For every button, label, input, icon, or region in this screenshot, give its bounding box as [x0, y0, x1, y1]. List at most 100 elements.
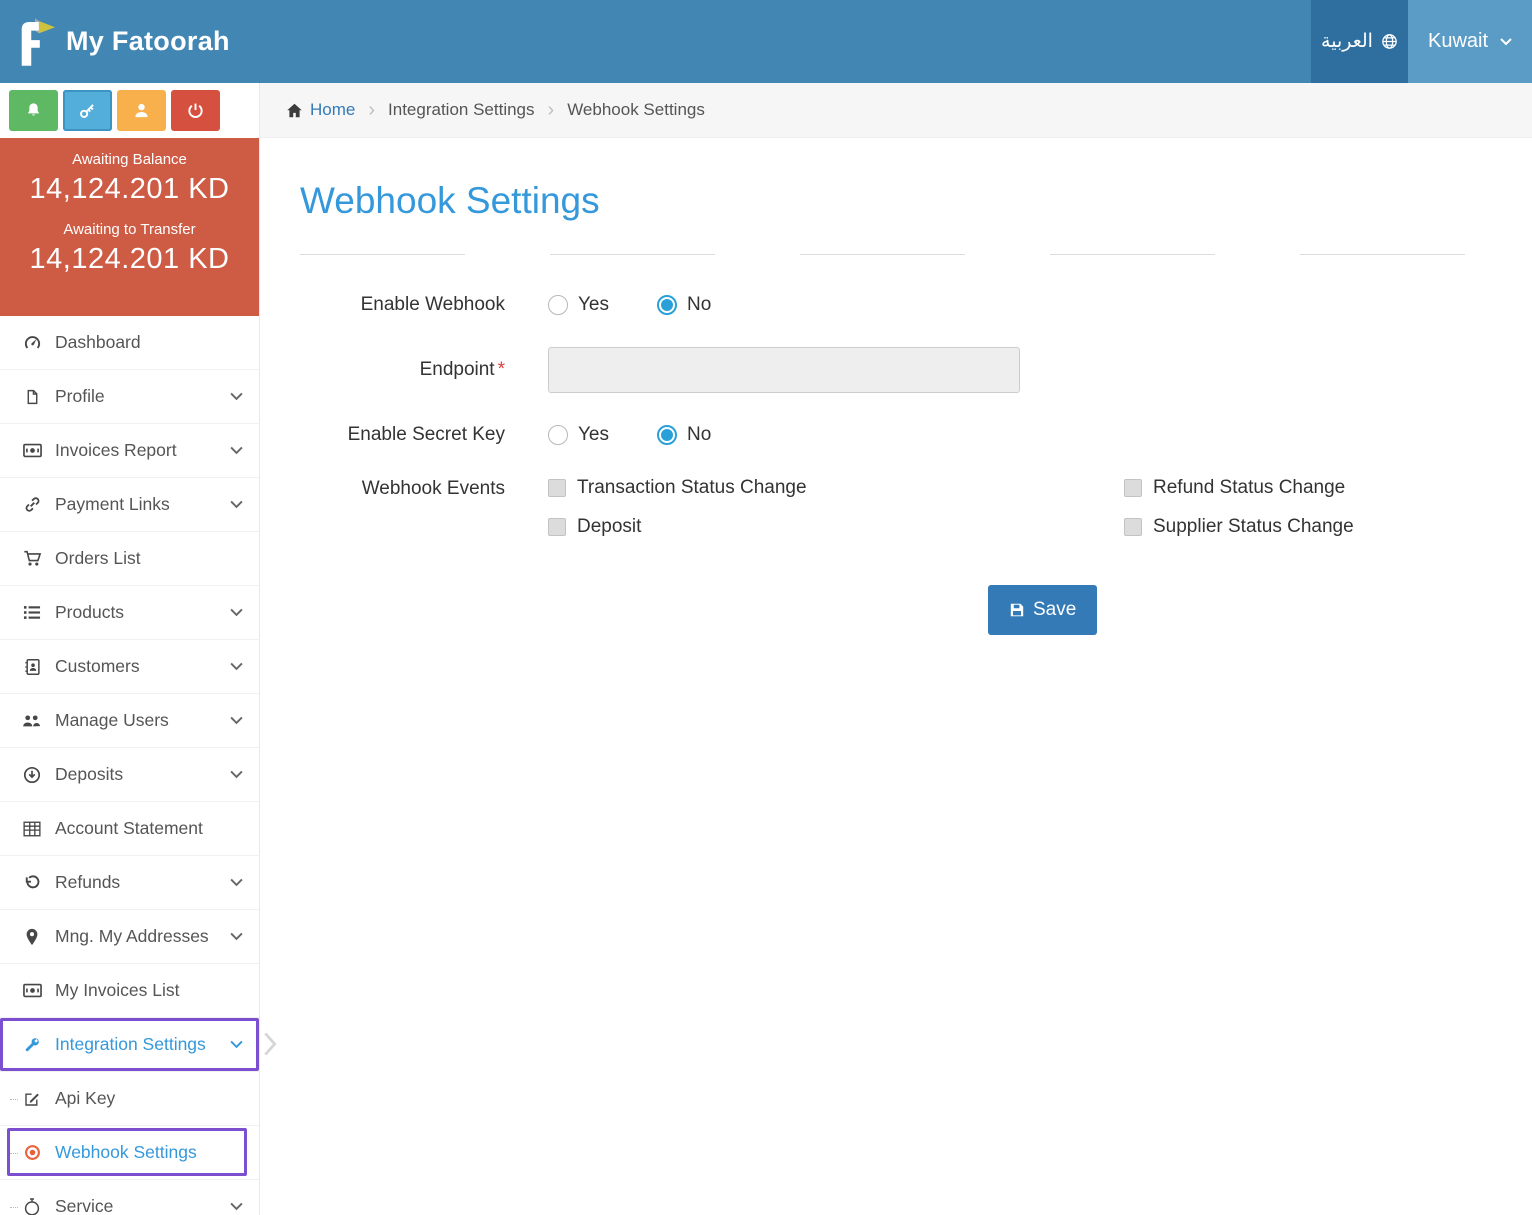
account-button[interactable]	[117, 90, 166, 131]
chevron-down-icon	[230, 770, 243, 779]
refund-status-change-checkbox[interactable]	[1124, 479, 1142, 497]
no-label: No	[687, 424, 712, 445]
event-label: Transaction Status Change	[577, 477, 807, 498]
sidebar-item-integration-settings[interactable]: Integration Settings	[0, 1018, 277, 1072]
yes-label: Yes	[578, 294, 609, 315]
sidebar-item-label: Products	[55, 602, 125, 622]
breadcrumb-webhook-settings: Webhook Settings	[567, 100, 705, 119]
app-title: My Fatoorah	[66, 26, 230, 56]
breadcrumb-home-link[interactable]: Home	[310, 100, 355, 120]
users-icon	[20, 713, 44, 728]
arrow-down-circle-icon	[20, 766, 44, 784]
notifications-button[interactable]	[9, 90, 58, 131]
sidebar-item-label: Invoices Report	[55, 440, 177, 460]
webhook-settings-form: Enable Webhook Yes No Endpoint * Enable …	[300, 293, 1532, 635]
sidebar-item-manage-users[interactable]: Manage Users	[0, 694, 259, 748]
chevron-down-icon	[230, 392, 243, 401]
event-label: Supplier Status Change	[1153, 516, 1354, 537]
awaiting-balance-label: Awaiting Balance	[72, 151, 187, 168]
save-button[interactable]: Save	[988, 585, 1098, 635]
chevron-down-icon	[230, 608, 243, 617]
enable-secret-key-row: Enable Secret Key Yes No	[300, 423, 1532, 447]
save-label: Save	[1033, 599, 1077, 620]
key-icon	[79, 102, 96, 119]
file-icon	[20, 388, 44, 406]
sidebar-item-label: Deposits	[55, 764, 124, 784]
sidebar-item-dashboard[interactable]: Dashboard	[0, 316, 259, 370]
balance-panel: Awaiting Balance 14,124.201 KD Awaiting …	[0, 138, 259, 316]
chevron-down-icon	[230, 500, 243, 509]
logout-button[interactable]	[171, 90, 220, 131]
sidebar-item-customers[interactable]: Customers	[0, 640, 259, 694]
breadcrumb: Home › Integration Settings › Webhook Se…	[260, 83, 1532, 138]
sidebar-item-label: Payment Links	[55, 494, 170, 514]
sidebar-item-orders-list[interactable]: Orders List	[0, 532, 259, 586]
deposit-checkbox[interactable]	[548, 518, 566, 536]
section-divider	[300, 254, 1532, 255]
sidebar-item-label: Account Statement	[55, 818, 203, 838]
map-marker-icon	[20, 928, 44, 946]
sidebar-item-webhook-settings[interactable]: Webhook Settings	[0, 1126, 259, 1180]
chevron-down-icon	[230, 1040, 243, 1049]
enable-secret-key-label: Enable Secret Key	[347, 424, 505, 445]
endpoint-row: Endpoint *	[300, 347, 1532, 393]
sidebar-item-deposits[interactable]: Deposits	[0, 748, 259, 802]
sidebar-item-payment-links[interactable]: Payment Links	[0, 478, 259, 532]
sidebar-item-invoices-report[interactable]: Invoices Report	[0, 424, 259, 478]
page-title: Webhook Settings	[300, 180, 600, 221]
bell-icon	[25, 102, 42, 119]
sidebar-item-api-key[interactable]: Api Key	[0, 1072, 259, 1126]
transaction-status-change-checkbox[interactable]	[548, 479, 566, 497]
enable-secret-key-no-option: No	[657, 424, 711, 446]
sidebar-item-label: Refunds	[55, 872, 121, 892]
sidebar-item-profile[interactable]: Profile	[0, 370, 259, 424]
chevron-down-icon	[230, 662, 243, 671]
breadcrumb-separator-icon: ›	[368, 98, 376, 121]
sidebar-item-label: Manage Users	[55, 710, 169, 730]
country-selector[interactable]: Kuwait	[1408, 0, 1532, 83]
sidebar: Awaiting Balance 14,124.201 KD Awaiting …	[0, 83, 277, 1215]
sidebar-item-label: Service	[55, 1196, 114, 1215]
app-header: My Fatoorah العربية Kuwait	[0, 0, 1532, 83]
sidebar-item-my-invoices-list[interactable]: My Invoices List	[0, 964, 259, 1018]
dashboard-icon	[20, 333, 44, 352]
sidebar-item-label: Api Key	[55, 1088, 116, 1108]
chevron-down-icon	[230, 446, 243, 455]
supplier-status-change-checkbox[interactable]	[1124, 518, 1142, 536]
event-transaction-status-change: Transaction Status Change	[548, 477, 1124, 499]
event-refund-status-change: Refund Status Change	[1124, 477, 1354, 499]
chevron-down-icon	[1500, 37, 1512, 46]
language-label: العربية	[1321, 31, 1373, 52]
quick-actions	[0, 83, 259, 138]
sidebar-item-refunds[interactable]: Refunds	[0, 856, 259, 910]
enable-webhook-yes-radio[interactable]	[548, 295, 568, 315]
endpoint-input[interactable]	[548, 347, 1020, 393]
sidebar-menu: Dashboard Profile Invoices Report Paymen…	[0, 316, 277, 1215]
enable-webhook-no-radio[interactable]	[657, 295, 677, 315]
sidebar-item-service[interactable]: Service	[0, 1180, 259, 1215]
breadcrumb-integration-settings: Integration Settings	[388, 100, 535, 119]
home-icon[interactable]	[286, 102, 303, 119]
sidebar-item-label: Dashboard	[55, 332, 141, 352]
event-label: Deposit	[577, 516, 642, 537]
chevron-down-icon	[230, 1202, 243, 1211]
required-marker: *	[497, 359, 505, 380]
enable-webhook-no-option: No	[657, 294, 711, 316]
sidebar-item-label: Webhook Settings	[55, 1142, 197, 1162]
stopwatch-icon	[20, 1197, 44, 1215]
sidebar-item-products[interactable]: Products	[0, 586, 259, 640]
chevron-down-icon	[230, 932, 243, 941]
sidebar-item-addresses[interactable]: Mng. My Addresses	[0, 910, 259, 964]
save-disk-icon	[1009, 602, 1025, 618]
address-book-icon	[20, 658, 44, 676]
event-label: Refund Status Change	[1153, 477, 1346, 498]
enable-secret-key-yes-radio[interactable]	[548, 425, 568, 445]
language-switcher[interactable]: العربية	[1311, 0, 1408, 83]
api-key-button[interactable]	[63, 90, 112, 131]
chevron-down-icon	[230, 878, 243, 887]
enable-webhook-label: Enable Webhook	[360, 294, 505, 315]
sidebar-item-account-statement[interactable]: Account Statement	[0, 802, 259, 856]
endpoint-label: Endpoint *	[419, 359, 505, 380]
enable-secret-key-no-radio[interactable]	[657, 425, 677, 445]
link-icon	[20, 496, 44, 513]
